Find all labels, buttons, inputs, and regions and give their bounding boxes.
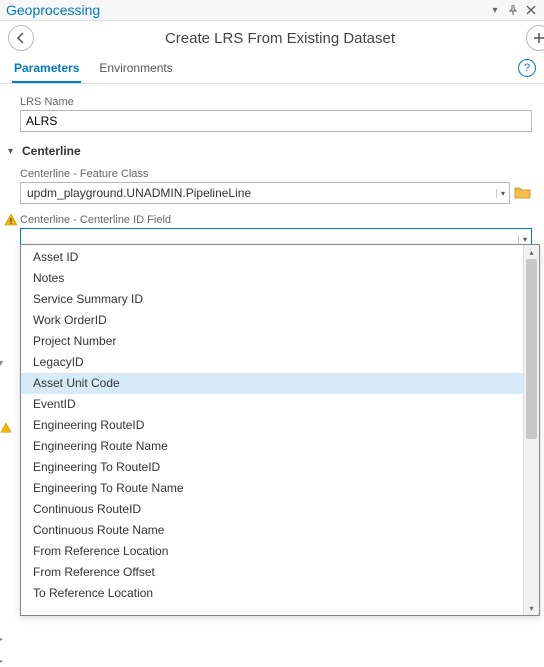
tool-title: Create LRS From Existing Dataset	[34, 30, 526, 47]
dropdown-item[interactable]: Service Summary ID	[21, 289, 523, 310]
dropdown-list: Asset IDNotesService Summary IDWork Orde…	[21, 245, 523, 615]
chevron-down-icon: ▾	[8, 146, 18, 157]
dropdown-arrow-icon[interactable]: ▾	[496, 189, 505, 198]
section-centerline-header[interactable]: ▾ Centerline	[8, 142, 532, 160]
dropdown-item[interactable]: Notes	[21, 268, 523, 289]
warning-icon	[0, 422, 12, 437]
back-button[interactable]	[8, 25, 34, 51]
section-centerline-title: Centerline	[22, 144, 81, 158]
feature-class-label: Centerline - Feature Class	[8, 164, 532, 182]
chevron-right-icon[interactable]: ▸	[0, 656, 3, 667]
dropdown-arrow-icon[interactable]: ▾	[518, 235, 527, 244]
dropdown-item[interactable]: LegacyID	[21, 352, 523, 373]
feature-class-value: updm_playground.UNADMIN.PipelineLine	[27, 186, 251, 200]
feature-class-combobox[interactable]: updm_playground.UNADMIN.PipelineLine ▾	[20, 182, 510, 204]
dropdown-scrollbar[interactable]: ▴ ▾	[523, 245, 539, 615]
warning-icon	[4, 213, 18, 227]
scroll-down-icon[interactable]: ▾	[524, 601, 539, 615]
pin-icon[interactable]	[506, 3, 520, 17]
dropdown-item[interactable]: Engineering RouteID	[21, 415, 523, 436]
dropdown-item[interactable]: To Reference Location	[21, 583, 523, 604]
scroll-up-icon[interactable]: ▴	[524, 245, 539, 259]
dropdown-item[interactable]: Continuous Route Name	[21, 520, 523, 541]
window-options-icon[interactable]: ▾	[488, 3, 502, 17]
dropdown-item[interactable]: Asset ID	[21, 247, 523, 268]
add-button[interactable]	[526, 25, 544, 51]
dropdown-item[interactable]: Continuous RouteID	[21, 499, 523, 520]
help-button[interactable]: ?	[518, 59, 536, 77]
chevron-right-icon[interactable]: ▸	[0, 634, 3, 645]
tab-environments[interactable]: Environments	[97, 55, 174, 83]
chevron-down-icon[interactable]: ▾	[0, 358, 3, 369]
window-controls: ▾	[488, 3, 538, 17]
scrollbar-thumb[interactable]	[526, 259, 537, 439]
dropdown-item[interactable]: Engineering To RouteID	[21, 457, 523, 478]
id-field-dropdown: Asset IDNotesService Summary IDWork Orde…	[20, 244, 540, 616]
dropdown-item[interactable]: From Reference Location	[21, 541, 523, 562]
dropdown-item[interactable]: From Reference Offset	[21, 562, 523, 583]
dropdown-item[interactable]: Asset Unit Code	[21, 373, 523, 394]
id-field-label: Centerline - Centerline ID Field	[8, 210, 532, 228]
panel-title: Geoprocessing	[6, 2, 100, 18]
tab-parameters[interactable]: Parameters	[12, 55, 81, 83]
dropdown-item[interactable]: Project Number	[21, 331, 523, 352]
lrs-name-input[interactable]	[20, 110, 532, 132]
dropdown-item[interactable]: EventID	[21, 394, 523, 415]
dropdown-item[interactable]: Work OrderID	[21, 310, 523, 331]
close-icon[interactable]	[524, 3, 538, 17]
dropdown-item[interactable]: Engineering To Route Name	[21, 478, 523, 499]
browse-folder-icon[interactable]	[514, 184, 532, 202]
dropdown-item[interactable]: Engineering Route Name	[21, 436, 523, 457]
lrs-name-label: LRS Name	[8, 92, 532, 110]
